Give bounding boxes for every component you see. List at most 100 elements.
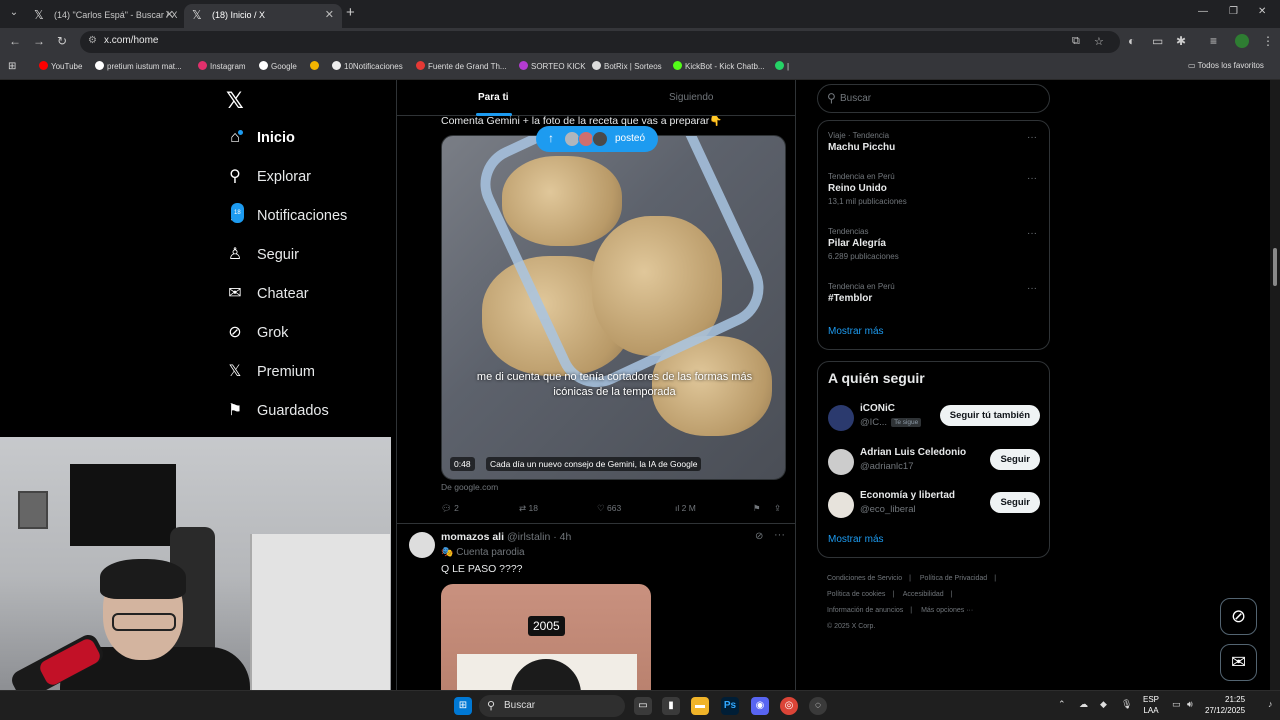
scroll-thumb[interactable] [1273, 248, 1277, 286]
app-icon[interactable]: ▮ [662, 697, 680, 715]
more-icon[interactable]: ··· [1027, 132, 1037, 143]
nav-notificaciones[interactable]: ♫18 Notificaciones [226, 202, 347, 230]
all-bookmarks[interactable]: ▭ Todos los favoritos [1188, 61, 1264, 70]
follow-suggestion[interactable]: iCONiC @IC... Te sigue Seguir tú también [828, 403, 1040, 433]
nav-premium[interactable]: 𝕏 Premium [226, 358, 315, 386]
site-info-icon[interactable]: ⚙ [88, 35, 97, 46]
repost-button[interactable]: ⇄ 18 [519, 503, 538, 514]
follow-button[interactable]: Seguir [990, 492, 1040, 513]
task-view-icon[interactable]: ▭ [634, 697, 652, 715]
avatar[interactable] [828, 492, 854, 518]
trend-item[interactable]: Tendencia en Perú Reino Unido 13,1 mil p… [828, 172, 907, 206]
follow-name[interactable]: Adrian Luis Celedonio [860, 447, 966, 458]
profile-avatar[interactable] [1235, 34, 1249, 51]
tweet-video[interactable]: me di cuenta que no tenía cortadores de … [441, 135, 786, 480]
tray-app-icon[interactable]: ☁ [1079, 699, 1088, 710]
bookmark-google[interactable]: Google [259, 61, 297, 71]
x-logo-icon[interactable]: 𝕏 [226, 88, 244, 114]
grok-icon[interactable]: ⊘ [755, 531, 763, 542]
close-tab-icon[interactable]: ✕ [165, 4, 174, 26]
tab-para-ti[interactable]: Para ti [478, 92, 509, 103]
tab-search-icon[interactable]: ⌄ [6, 5, 22, 21]
footer-link[interactable]: Accesibilidad [903, 591, 944, 598]
file-explorer-icon[interactable]: ▬ [691, 697, 709, 715]
back-icon[interactable]: ← [9, 34, 21, 48]
bookmark-botrix[interactable]: BotRix | Sorteos [592, 61, 662, 71]
language-indicator[interactable]: ESP LAA [1143, 694, 1159, 716]
bookmark-kickbot[interactable]: KickBot - Kick Chatb... [673, 61, 765, 71]
nav-grok[interactable]: ⊘ Grok [226, 319, 288, 347]
extension-icon[interactable]: ▭ [1152, 34, 1163, 48]
show-more-trends[interactable]: Mostrar más [828, 326, 884, 337]
discord-icon[interactable]: ◉ [751, 697, 769, 715]
bookmark-pretium[interactable]: pretium iustum mat... [95, 61, 182, 71]
bookmark-10notificaciones[interactable]: 10Notificaciones [332, 61, 403, 71]
scrollbar[interactable] [1270, 80, 1280, 690]
bookmark-instagram[interactable]: Instagram [198, 61, 246, 71]
trend-item[interactable]: Tendencia en Perú #Temblor [828, 282, 895, 304]
reading-list-icon[interactable]: ≡ [1210, 34, 1217, 48]
star-icon[interactable]: ☆ [1094, 35, 1104, 48]
follow-name[interactable]: Economía y libertad [860, 490, 955, 501]
obs-icon[interactable]: ◌ [809, 697, 827, 715]
footer-link[interactable]: Condiciones de Servicio [827, 575, 902, 582]
more-icon[interactable]: ··· [774, 529, 785, 541]
tweet-image[interactable]: 2005 [441, 584, 651, 690]
bookmark-youtube[interactable]: YouTube [39, 61, 82, 71]
clock[interactable]: 21:25 27/12/2025 [1205, 694, 1245, 716]
chrome-icon[interactable]: ◎ [780, 697, 798, 715]
nav-chatear[interactable]: ✉ Chatear [226, 280, 308, 308]
forward-icon[interactable]: → [33, 34, 45, 48]
address-bar[interactable]: ⚙ x.com/home ⧉ ☆ [80, 31, 1120, 53]
reload-icon[interactable]: ↻ [57, 34, 67, 48]
tweet-source[interactable]: De google.com [441, 482, 498, 492]
avatar[interactable] [828, 405, 854, 431]
follow-suggestion[interactable]: Economía y libertad @eco_liberal Seguir [828, 490, 1040, 520]
bookmark-whatsapp[interactable]: | [775, 61, 789, 71]
follow-suggestion[interactable]: Adrian Luis Celedonio @adrianlc17 Seguir [828, 447, 1040, 477]
new-tab-button[interactable]: + [346, 5, 355, 21]
menu-icon[interactable]: ⋮ [1262, 34, 1274, 48]
bookmark-ext[interactable] [310, 61, 322, 71]
more-icon[interactable]: ··· [1027, 173, 1037, 184]
install-icon[interactable]: ⧉ [1072, 35, 1080, 48]
bookmark-grand-theft[interactable]: Fuente de Grand Th... [416, 61, 507, 71]
close-tab-icon[interactable]: ✕ [325, 4, 334, 26]
windows-start-icon[interactable]: ⊞ [454, 697, 472, 715]
avatar[interactable] [409, 532, 435, 558]
photoshop-icon[interactable]: Ps [721, 697, 739, 715]
like-button[interactable]: ♡ 663 [597, 503, 621, 514]
nav-guardados[interactable]: ⚑ Guardados [226, 397, 329, 425]
nav-seguir[interactable]: ♙ Seguir [226, 241, 299, 269]
avatar[interactable] [828, 449, 854, 475]
tray-chevron-icon[interactable]: ⌃ [1058, 699, 1066, 710]
nav-explorar[interactable]: ⚲ Explorar [226, 163, 311, 191]
views-button[interactable]: ıl 2 M [675, 503, 696, 513]
taskbar-search[interactable]: ⚲ Buscar [479, 695, 625, 717]
tab-search[interactable]: 𝕏 (14) "Carlos Espá" - Buscar / X ✕ [26, 4, 182, 28]
volume-icon[interactable]: 🔊︎ [1187, 699, 1193, 710]
messages-fab-icon[interactable]: ✉ [1220, 644, 1257, 681]
footer-link[interactable]: Información de anuncios [827, 607, 903, 614]
network-icon[interactable]: ▭ [1172, 699, 1181, 710]
new-posts-pill[interactable]: ↑ posteó [536, 126, 658, 152]
trend-item[interactable]: Tendencias Pilar Alegría 6.289 publicaci… [828, 227, 899, 261]
trend-item[interactable]: Viaje · Tendencia Machu Picchu [828, 131, 895, 153]
footer-link[interactable]: Más opciones ··· [921, 607, 973, 614]
notification-bell-icon[interactable]: ♪ [1268, 699, 1273, 709]
puzzle-icon[interactable]: ✱ [1176, 34, 1186, 48]
extension-icon[interactable]: ◐ [1128, 34, 1135, 48]
show-more-follow[interactable]: Mostrar más [828, 534, 884, 545]
apps-icon[interactable]: ⊞ [8, 61, 16, 72]
author-handle[interactable]: @irlstalin · 4h [507, 531, 571, 543]
author-name[interactable]: momazos ali [441, 531, 504, 543]
footer-link[interactable]: Política de cookies [827, 591, 885, 598]
footer-link[interactable]: Política de Privacidad [920, 575, 987, 582]
follow-back-button[interactable]: Seguir tú también [939, 405, 1040, 426]
reply-button[interactable]: 💬︎ 2 [441, 503, 459, 514]
follow-name[interactable]: iCONiC [860, 403, 895, 414]
more-icon[interactable]: ··· [1027, 228, 1037, 239]
grok-fab-icon[interactable]: ⊘ [1220, 598, 1257, 635]
nav-inicio[interactable]: ⌂ Inicio [226, 124, 295, 152]
bookmark-sorteo-kick[interactable]: SORTEO KICK [519, 61, 586, 71]
